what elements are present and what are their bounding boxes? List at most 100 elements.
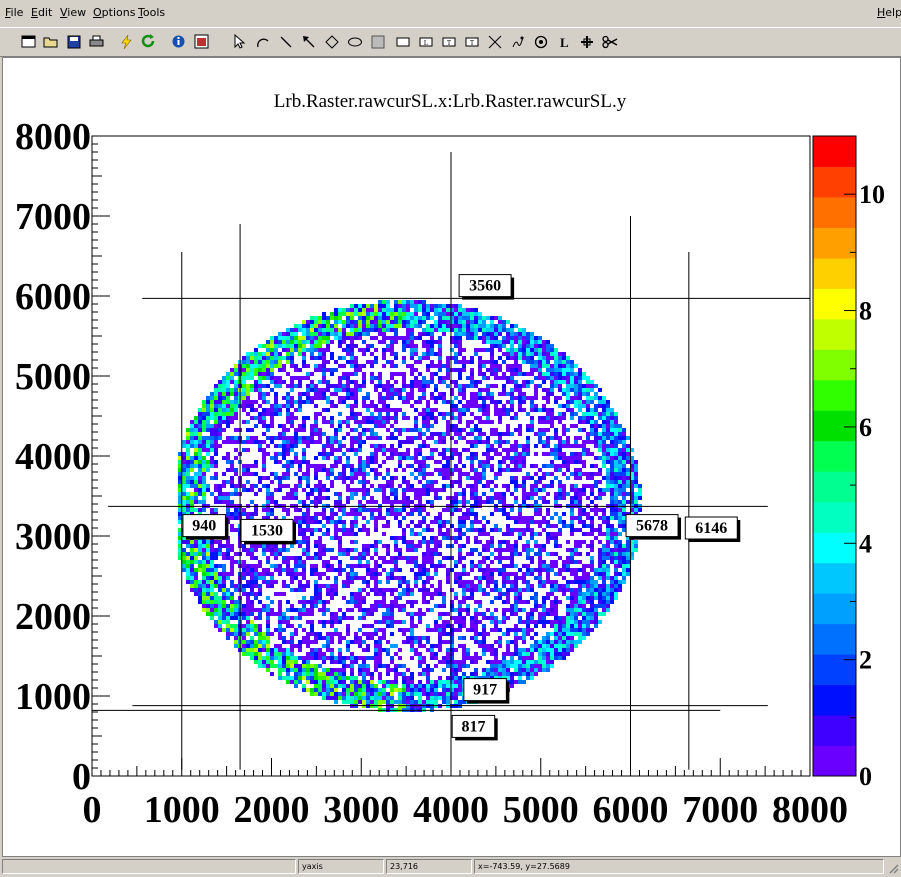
heatmap-cell [486,672,490,676]
line-icon[interactable] [276,32,295,51]
histogram-plot[interactable]: Lrb.Raster.rawcurSL.x:Lrb.Raster.rawcurS… [3,58,900,856]
curly-line-icon[interactable] [508,32,527,51]
heatmap-cell [382,556,386,560]
heatmap-cell [334,492,338,496]
heatmap-cell [526,380,530,384]
pave-icon[interactable] [393,32,412,51]
open-icon[interactable] [41,32,60,51]
arc-icon[interactable] [253,32,272,51]
heatmap-cell [362,668,366,672]
heatmap-cell [466,400,470,404]
heatmap-cell [370,328,374,332]
heatmap-cell [466,536,470,540]
heatmap-cell [510,556,514,560]
save-icon[interactable] [64,32,83,51]
heatmap-cell [494,344,498,348]
pad-icon[interactable] [368,32,387,51]
menu-view[interactable]: View [60,6,86,19]
heatmap-cell [406,488,410,492]
heatmap-cell [338,440,342,444]
heatmap-cell [266,488,270,492]
heatmap-cell [194,440,198,444]
heatmap-cell [474,608,478,612]
new-canvas-icon[interactable] [19,32,38,51]
heatmap-cell [230,408,234,412]
heatmap-cell [326,644,330,648]
inspect-icon[interactable] [169,32,188,51]
menu-options[interactable]: Options [93,6,135,19]
heatmap-cell [346,324,350,328]
heatmap-cell [386,552,390,556]
latex-icon[interactable]: L [554,32,573,51]
heatmap-cell [338,632,342,636]
heatmap-cell [418,576,422,580]
heatmap-cell [490,488,494,492]
heatmap-cell [354,700,358,704]
ellipse-icon[interactable] [345,32,364,51]
refresh-icon[interactable] [139,32,158,51]
heatmap-cell [494,368,498,372]
heatmap-cell [418,520,422,524]
menu-file[interactable]: File [5,6,23,19]
heatmap-cell [378,692,382,696]
arrow-icon[interactable] [299,32,318,51]
heatmap-cell [474,484,478,488]
heatmap-cell [278,600,282,604]
browser-icon[interactable] [192,32,211,51]
heatmap-cell [510,448,514,452]
heatmap-cell [282,636,286,640]
diamond-icon[interactable] [322,32,341,51]
heatmap-cell [250,592,254,596]
heatmap-cell [506,432,510,436]
heatmap-cell [314,528,318,532]
heatmap-cell [418,496,422,500]
heatmap-cell [486,520,490,524]
heatmap-cell [242,364,246,368]
heatmap-cell [490,364,494,368]
heatmap-cell [338,308,342,312]
heatmap-cell [254,556,258,560]
heatmap-cell [286,548,290,552]
heatmap-cell [414,408,418,412]
heatmap-cell [246,648,250,652]
heatmap-cell [526,652,530,656]
text-icon[interactable]: T [462,32,481,51]
heatmap-cell [322,432,326,436]
heatmap-cell [454,648,458,652]
heatmap-cell [214,384,218,388]
heatmap-cell [386,344,390,348]
heatmap-cell [310,600,314,604]
heatmap-cell [434,544,438,548]
interrupt-icon[interactable] [116,32,135,51]
heatmap-cell [250,584,254,588]
heatmap-cell [506,600,510,604]
heatmap-cell [490,428,494,432]
menu-edit[interactable]: Edit [31,6,52,19]
heatmap-cell [222,496,226,500]
heatmap-cell [402,480,406,484]
heatmap-cell [278,436,282,440]
heatmap-cell [490,464,494,468]
heatmap-cell [526,348,530,352]
heatmap-cell [302,628,306,632]
heatmap-cell [278,380,282,384]
pave-label-icon[interactable]: L [416,32,435,51]
print-icon[interactable] [87,32,106,51]
heatmap-cell [294,416,298,420]
heatmap-cell [270,652,274,656]
heatmap-cell [202,564,206,568]
pave-text-icon[interactable]: T [439,32,458,51]
heatmap-cell [486,348,490,352]
pointer-icon[interactable] [230,32,249,51]
menu-tools[interactable]: Tools [138,6,165,19]
heatmap-cell [530,380,534,384]
graph-icon[interactable] [485,32,504,51]
crosshair-icon[interactable] [577,32,596,51]
cut-icon[interactable] [600,32,619,51]
marker-icon[interactable] [531,32,550,51]
root-canvas[interactable]: Lrb.Raster.rawcurSL.x:Lrb.Raster.rawcurS… [2,57,901,857]
heatmap-cell [318,676,322,680]
heatmap-cell [334,500,338,504]
heatmap-cell [210,600,214,604]
menu-help[interactable]: Help [877,6,901,19]
